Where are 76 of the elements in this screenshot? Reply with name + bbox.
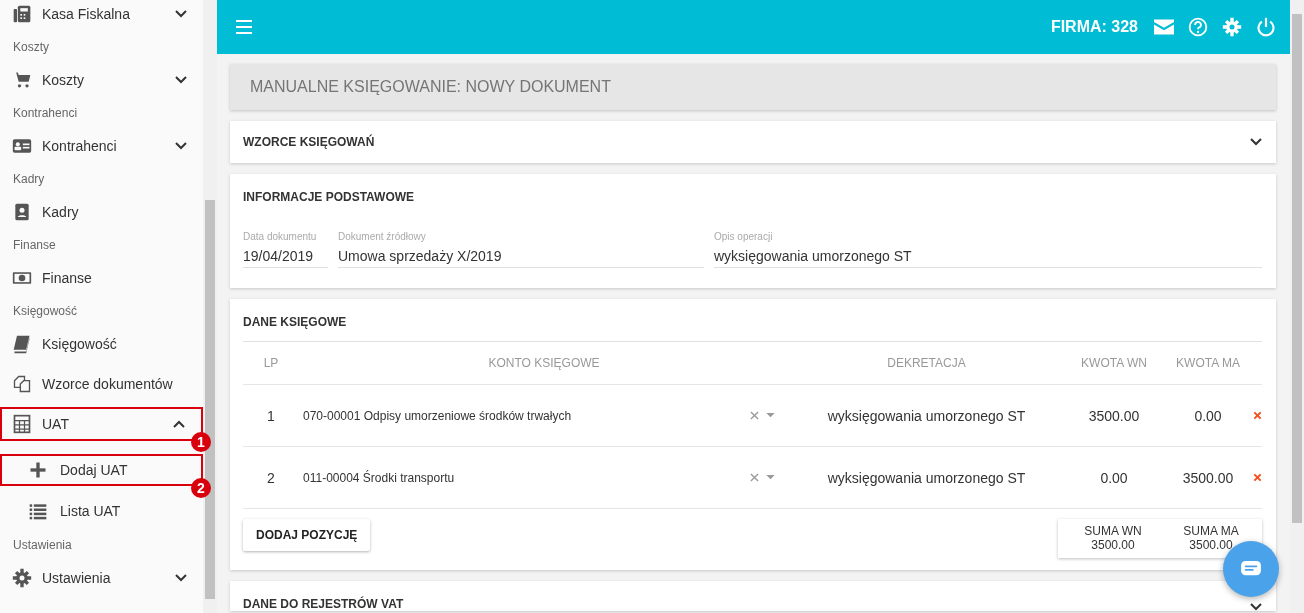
account-select[interactable]: 011-00004 Środki transportu	[299, 470, 789, 485]
templates-panel[interactable]: WZORCE KSIĘGOWAŃ	[230, 121, 1276, 163]
chevron-down-icon	[175, 10, 187, 18]
panel-title: WZORCE KSIĘGOWAŃ	[243, 135, 375, 149]
table-cell-text: 0.00	[1193, 407, 1223, 424]
caret-icon[interactable]	[766, 475, 775, 480]
calc-icon	[12, 414, 32, 434]
callout-badge: 1	[191, 432, 211, 452]
column-header: KWOTA MA	[1175, 356, 1241, 370]
section-header: Kontrahenci	[12, 105, 79, 122]
chevron-down-icon	[1250, 603, 1262, 611]
delete-icon[interactable]	[1253, 411, 1262, 420]
plus-icon	[28, 460, 48, 480]
input-field[interactable]: Dokument źródłowy Umowa sprzedaży X/2019	[338, 231, 704, 268]
total-label: SUMA MA	[1183, 524, 1239, 538]
section-header: Ustawienia	[12, 537, 73, 554]
sidebar-item[interactable]: Koszty	[0, 60, 203, 100]
sidebar-item[interactable]: Ustawienia	[0, 558, 203, 598]
column-header: KWOTA WN	[1080, 356, 1148, 370]
page-title: MANUALNE KSIĘGOWANIE: NOWY DOKUMENT	[230, 64, 1276, 110]
chevron-up-icon	[173, 420, 185, 428]
list-icon	[28, 501, 48, 521]
section-header: Koszty	[12, 39, 50, 56]
sidebar-item[interactable]: Księgowość	[0, 324, 203, 364]
account-select[interactable]: 070-00001 Odpisy umorzeniowe środków trwałych	[299, 408, 789, 423]
chevron-down-icon	[175, 76, 187, 84]
section-header: Finanse	[12, 237, 57, 254]
input-field[interactable]: Data dokumentu 19/04/2019	[243, 231, 328, 268]
chevron-down-icon	[175, 142, 187, 150]
vat-panel[interactable]: DANE DO REJESTRÓW VAT	[230, 581, 1276, 611]
settings-icon[interactable]	[1222, 17, 1242, 37]
chevron-down-icon	[1250, 138, 1262, 146]
menu-icon[interactable]	[236, 20, 252, 34]
power-icon[interactable]	[1256, 17, 1276, 37]
table-cell-text: 0.00	[1099, 469, 1129, 486]
column-header: LP	[262, 356, 280, 370]
column-header: DEKRETACJA	[886, 356, 967, 370]
section-header: Księgowość	[12, 303, 79, 320]
sidebar-item[interactable]: Kasa Fiskalna	[0, 0, 203, 34]
table-cell-text: 2	[266, 469, 276, 486]
total-label: SUMA WN	[1084, 524, 1142, 538]
callout-badge: 2	[191, 478, 211, 498]
total-value: 3500.00	[1189, 538, 1233, 552]
table-cell-text: 3500.00	[1181, 469, 1235, 486]
total-value: 3500.00	[1091, 538, 1135, 552]
card-icon	[12, 136, 32, 156]
table-cell-text: wyksięgowania umorzonego ST	[826, 469, 1027, 486]
sidebar-item[interactable]: Kontrahenci	[0, 126, 203, 166]
delete-icon[interactable]	[1253, 473, 1262, 482]
section-title: DANE KSIĘGOWE	[243, 315, 1262, 342]
table-cell-text: 1	[266, 407, 276, 424]
contact-icon	[12, 202, 32, 222]
scrollbar[interactable]	[203, 0, 217, 613]
add-entry-button[interactable]: DODAJ POZYCJĘ	[243, 519, 371, 551]
column-header: KONTO KSIĘGOWE	[487, 356, 601, 370]
chevron-down-icon	[175, 574, 187, 582]
register-icon	[12, 4, 32, 24]
section-title: INFORMACJE PODSTAWOWE	[243, 190, 416, 204]
sidebar-item[interactable]: Wzorce dokumentów	[0, 364, 203, 404]
gear-icon	[12, 568, 32, 588]
section-header: Kadry	[12, 171, 46, 188]
sidebar-item[interactable]: Finanse	[0, 258, 203, 298]
sidebar-item[interactable]: Kadry	[0, 192, 203, 232]
table-cell-text: wyksięgowania umorzonego ST	[826, 407, 1027, 424]
table-cell-text: 3500.00	[1087, 407, 1141, 424]
help-icon[interactable]	[1188, 17, 1208, 37]
book-icon	[12, 334, 32, 354]
input-field[interactable]: Opis operacji wyksięgowania umorzonego ST	[714, 231, 1262, 268]
company-label: FIRMA: 328	[1050, 18, 1138, 36]
chat-icon	[1240, 560, 1262, 578]
panel-title: DANE DO REJESTRÓW VAT	[243, 597, 404, 611]
mail-icon[interactable]	[1154, 17, 1174, 37]
caret-icon[interactable]	[766, 413, 775, 418]
clear-icon[interactable]	[750, 473, 759, 482]
docs-icon	[12, 374, 32, 394]
clear-icon[interactable]	[750, 411, 759, 420]
